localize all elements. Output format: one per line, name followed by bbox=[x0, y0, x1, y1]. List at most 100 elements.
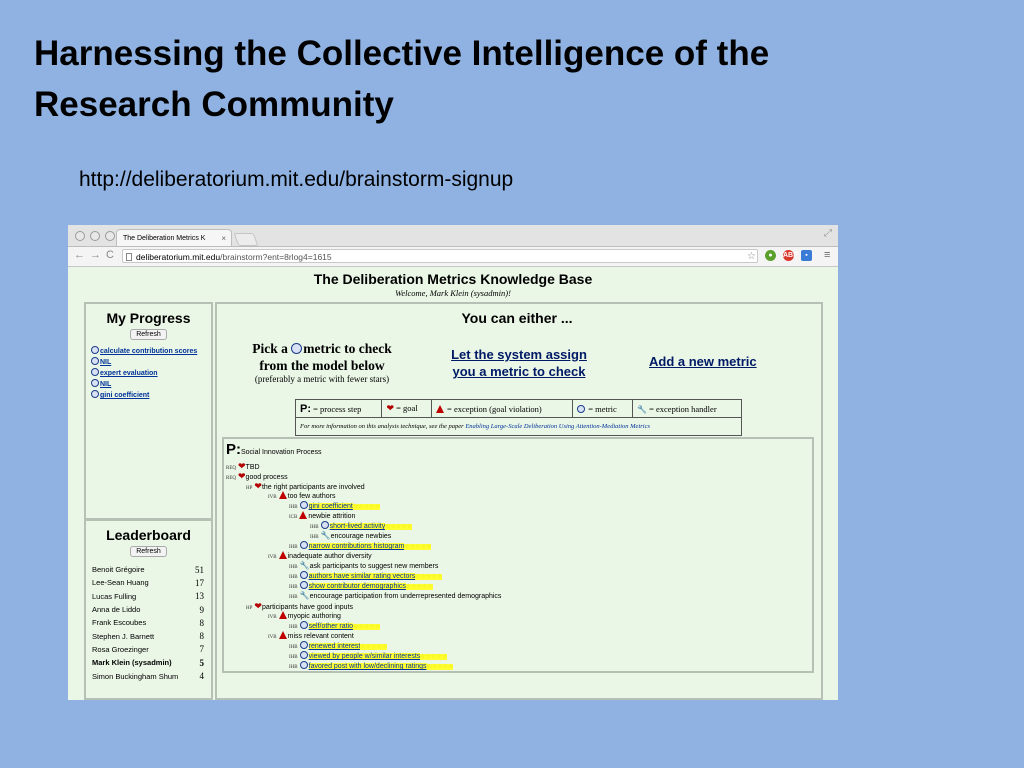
table-row: Stephen J. Barnett 8 bbox=[92, 629, 204, 642]
node-label[interactable]: viewed by people w/similar interests bbox=[308, 653, 421, 660]
rating-stars[interactable]: ☆☆☆☆☆ bbox=[420, 654, 448, 660]
node-tag: HP bbox=[246, 486, 253, 491]
minimize-window-button[interactable] bbox=[90, 231, 100, 241]
leaderboard-panel: Leaderboard Refresh Benoit Grégoire 51 Le… bbox=[84, 519, 213, 700]
main-panel: You can either ... Pick a metric to chec… bbox=[215, 302, 823, 700]
progress-refresh-button[interactable]: Refresh bbox=[130, 329, 167, 340]
tree-node: IVB too few authors bbox=[268, 491, 336, 501]
rating-stars[interactable]: ☆☆☆☆☆ bbox=[405, 584, 433, 590]
node-label[interactable]: gini coefficient bbox=[308, 503, 353, 510]
warning-icon bbox=[278, 631, 287, 639]
tree-root: P:Social Innovation Process bbox=[226, 441, 322, 458]
metric-icon bbox=[91, 368, 99, 376]
node-label[interactable]: narrow contributions histogram bbox=[308, 543, 405, 550]
warning-icon bbox=[299, 511, 308, 519]
leader-name: Mark Klein (sysadmin) bbox=[92, 658, 172, 668]
metric-icon bbox=[91, 390, 99, 398]
metric-icon bbox=[299, 541, 308, 549]
rating-stars[interactable]: ☆☆☆☆☆ bbox=[360, 644, 388, 650]
metric-icon bbox=[299, 641, 308, 649]
menu-icon[interactable]: ≡ bbox=[824, 249, 830, 261]
legend-goal: ❤ = goal bbox=[381, 399, 432, 418]
node-label: participants have good inputs bbox=[261, 604, 354, 611]
rating-stars[interactable]: ☆☆☆☆☆ bbox=[404, 544, 432, 550]
tree-node[interactable]: IHB narrow contributions histogram☆☆☆☆☆ bbox=[289, 541, 432, 551]
heart-icon: ❤ bbox=[254, 481, 262, 491]
tree-root-label: Social Innovation Process bbox=[241, 449, 322, 456]
node-tag: IHB bbox=[289, 565, 298, 570]
progress-item[interactable]: NIL bbox=[91, 379, 211, 390]
progress-link[interactable]: expert evaluation bbox=[100, 370, 158, 377]
node-label: ask participants to suggest new members bbox=[309, 563, 439, 570]
warning-icon bbox=[435, 404, 444, 413]
heart-icon: ❤ bbox=[254, 601, 262, 611]
progress-item[interactable]: gini coefficient bbox=[91, 390, 211, 401]
rating-stars[interactable]: ☆☆☆☆☆ bbox=[415, 574, 443, 580]
node-label[interactable]: short-lived activity bbox=[329, 523, 386, 530]
assign-metric-link[interactable]: Let the system assign you a metric to ch… bbox=[439, 346, 599, 380]
forward-icon[interactable]: → bbox=[90, 249, 101, 261]
table-row: Benoit Grégoire 51 bbox=[92, 563, 204, 576]
node-label[interactable]: authors have similar rating vectors bbox=[308, 573, 416, 580]
node-tag: IVB bbox=[268, 615, 277, 620]
back-icon[interactable]: ← bbox=[74, 249, 85, 261]
zoom-window-button[interactable] bbox=[105, 231, 115, 241]
process-symbol: P: bbox=[300, 402, 311, 415]
tree-node[interactable]: IHB viewed by people w/similar interests☆… bbox=[289, 651, 448, 661]
rating-stars[interactable]: ☆☆☆☆☆ bbox=[352, 504, 380, 510]
leader-name: Stephen J. Barnett bbox=[92, 631, 155, 641]
tree-node: REQ ❤TBD bbox=[226, 461, 260, 471]
node-tag: HP bbox=[246, 606, 253, 611]
rating-stars[interactable]: ☆☆☆☆☆ bbox=[352, 624, 380, 630]
leaderboard-table: Benoit Grégoire 51 Lee-Sean Huang 17 Lucas… bbox=[92, 563, 204, 683]
progress-item[interactable]: calculate contribution scores bbox=[91, 346, 211, 357]
wrench-icon: 🔧 bbox=[299, 561, 310, 570]
leader-score: 51 bbox=[195, 564, 204, 575]
tab-deliberation-metrics[interactable]: The Deliberation Metrics K × bbox=[116, 229, 232, 246]
process-tree: P:Social Innovation Process REQ ❤TBD REQ ❤g… bbox=[222, 437, 814, 673]
tree-node[interactable]: IHBbusy topics☆☆☆☆☆ bbox=[289, 671, 371, 673]
rating-stars[interactable]: ☆☆☆☆☆ bbox=[426, 664, 454, 670]
node-label[interactable]: self/other ratio bbox=[308, 623, 353, 630]
close-window-button[interactable] bbox=[75, 231, 85, 241]
adblock-icon[interactable]: ABP bbox=[783, 250, 798, 261]
node-label[interactable]: show contributor demographics bbox=[308, 583, 406, 590]
tree-node[interactable]: IHB short-lived activity☆☆☆☆☆ bbox=[310, 521, 413, 531]
new-tab-button[interactable] bbox=[233, 233, 259, 246]
leader-name: Simon Buckingham Shum bbox=[92, 671, 179, 681]
rating-stars[interactable]: ☆☆☆☆☆ bbox=[385, 524, 413, 530]
node-label[interactable]: favored post with low/declining ratings bbox=[308, 663, 427, 670]
progress-link[interactable]: NIL bbox=[100, 359, 111, 366]
address-host: deliberatorium.mit.edu bbox=[136, 252, 221, 262]
metric-icon bbox=[577, 404, 586, 413]
leaderboard-refresh-button[interactable]: Refresh bbox=[130, 546, 167, 557]
address-input[interactable]: deliberatorium.mit.edu/brainstorm?ent=8r… bbox=[122, 249, 758, 263]
bookmark-star-icon[interactable]: ☆ bbox=[747, 250, 756, 264]
page-icon bbox=[126, 253, 132, 261]
progress-link[interactable]: calculate contribution scores bbox=[100, 348, 197, 355]
progress-item[interactable]: NIL bbox=[91, 357, 211, 368]
tab-close-icon[interactable]: × bbox=[221, 230, 226, 246]
tree-node[interactable]: IHB gini coefficient☆☆☆☆☆ bbox=[289, 501, 380, 511]
node-label[interactable]: renewed interest bbox=[308, 643, 361, 650]
extension-green-icon[interactable]: ● bbox=[765, 250, 776, 261]
heart-icon: ❤ bbox=[386, 403, 395, 413]
tree-node[interactable]: IHB authors have similar rating vectors☆☆… bbox=[289, 571, 443, 581]
metric-icon bbox=[91, 379, 99, 387]
address-bar-row: ← → C deliberatorium.mit.edu/brainstorm?… bbox=[68, 247, 838, 267]
tree-node[interactable]: IHB favored post with low/declining ratin… bbox=[289, 661, 454, 671]
fullscreen-icon[interactable]: ⤢ bbox=[824, 228, 832, 239]
reload-icon[interactable]: C bbox=[106, 249, 114, 261]
address-path: /brainstorm?ent=8rlog4=1615 bbox=[220, 252, 332, 262]
add-new-metric-link[interactable]: Add a new metric bbox=[649, 354, 757, 369]
progress-link[interactable]: NIL bbox=[100, 381, 111, 388]
progress-link[interactable]: gini coefficient bbox=[100, 392, 149, 399]
tree-node[interactable]: IHB self/other ratio☆☆☆☆☆ bbox=[289, 621, 380, 631]
tree-node[interactable]: IHB show contributor demographics☆☆☆☆☆ bbox=[289, 581, 433, 591]
legend-table: P: = process step ❤ = goal = exception (… bbox=[294, 399, 743, 436]
paper-link[interactable]: Enabling Large-Scale Deliberation Using … bbox=[465, 423, 650, 430]
leader-score: 5 bbox=[199, 657, 205, 668]
tree-node[interactable]: IHB renewed interest☆☆☆☆☆ bbox=[289, 641, 388, 651]
progress-item[interactable]: expert evaluation bbox=[91, 368, 211, 379]
extension-blue-icon[interactable]: ▪ bbox=[801, 250, 812, 261]
